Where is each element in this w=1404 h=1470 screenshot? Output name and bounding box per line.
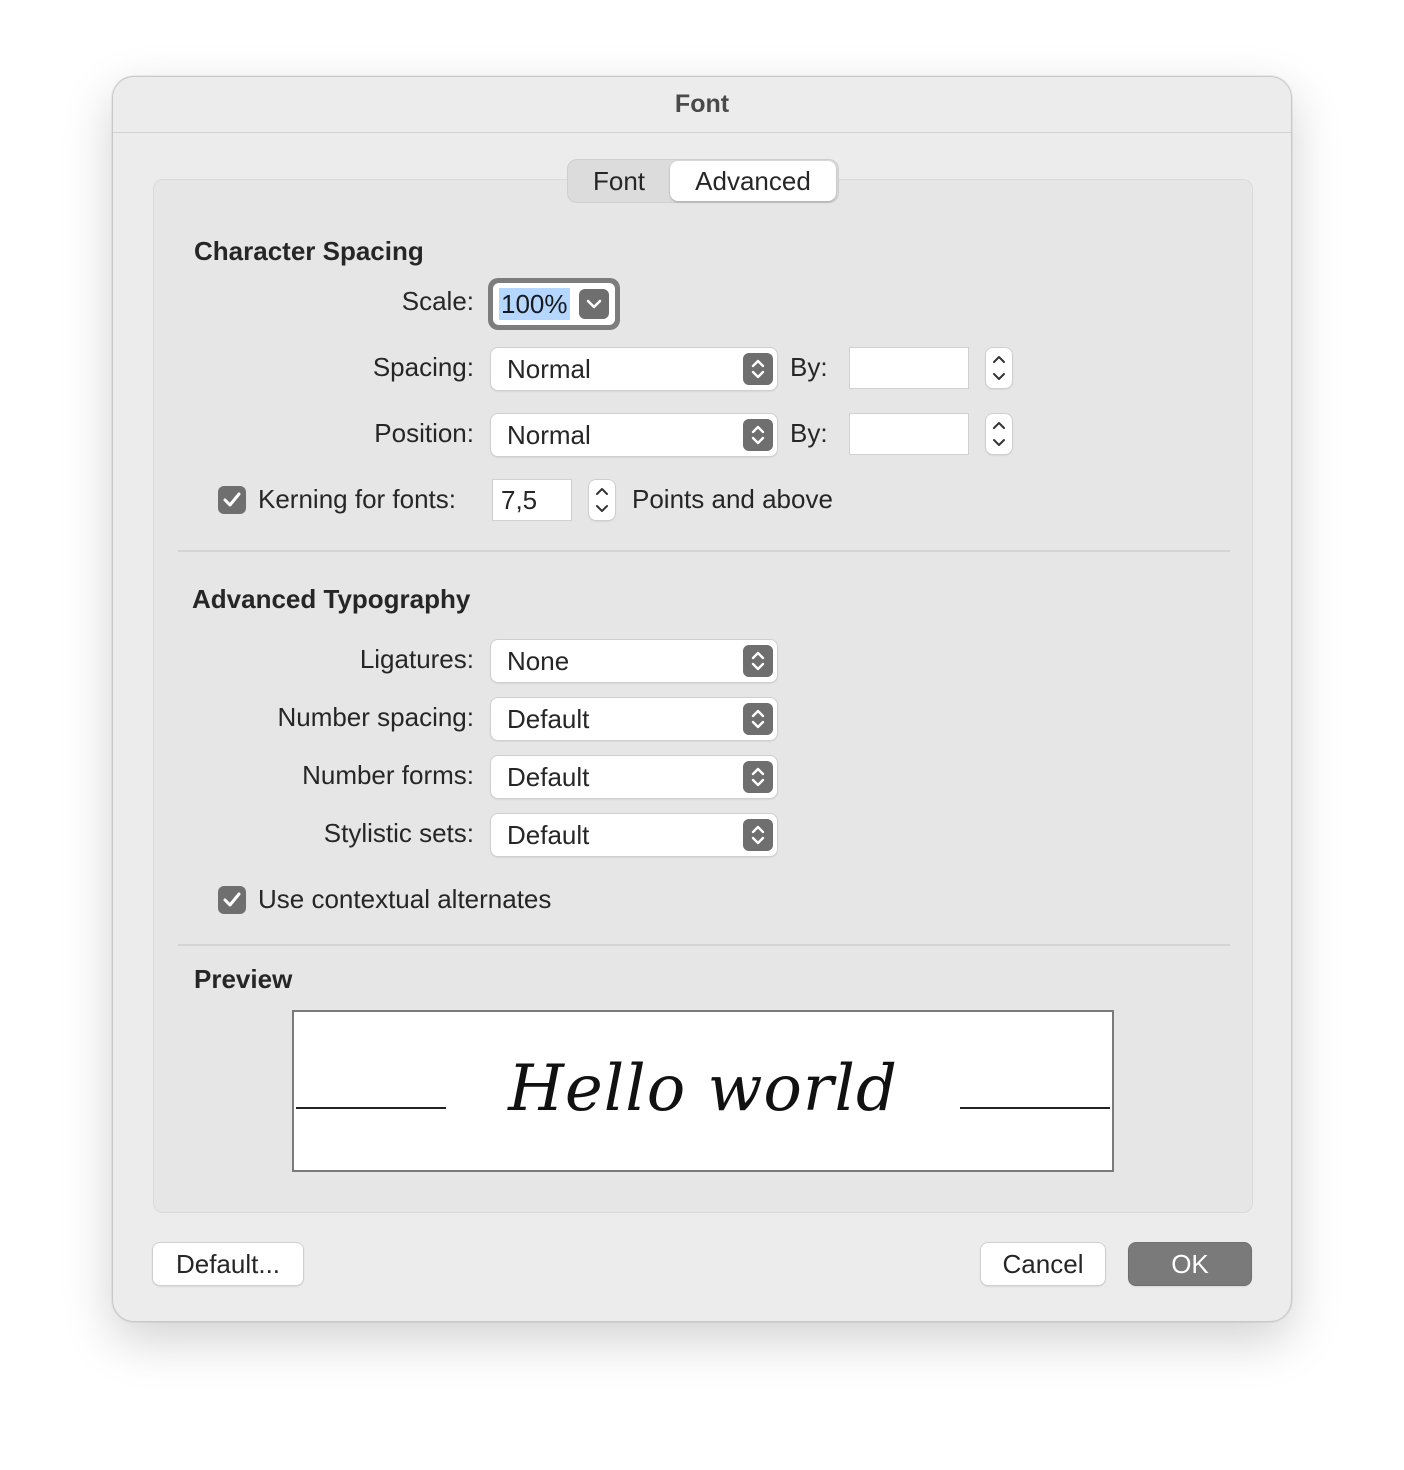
position-by-stepper[interactable] <box>986 414 1012 454</box>
spacing-by-input[interactable] <box>850 348 968 388</box>
spacing-value: Normal <box>507 354 591 384</box>
tab-font[interactable]: Font <box>570 161 668 201</box>
checkmark-icon <box>223 892 241 907</box>
up-down-arrows-icon <box>743 761 773 793</box>
kerning-input[interactable]: 7,5 <box>493 480 571 520</box>
stepper-arrows-icon <box>993 422 1005 446</box>
number-spacing-label: Number spacing: <box>277 702 474 732</box>
tab-bar: Font Advanced <box>567 159 839 203</box>
stylistic-sets-popup[interactable]: Default <box>491 814 777 856</box>
position-label: Position: <box>374 418 474 448</box>
ligatures-label: Ligatures: <box>359 644 474 674</box>
cancel-button[interactable]: Cancel <box>981 1243 1105 1285</box>
ligatures-value: None <box>507 646 570 676</box>
advanced-panel: Character Spacing Scale: 100% Spacing: N… <box>153 179 1253 1213</box>
scale-value[interactable]: 100% <box>499 288 570 320</box>
number-forms-popup[interactable]: Default <box>491 756 777 798</box>
position-by-label: By: <box>790 418 828 448</box>
scale-dropdown-button[interactable] <box>579 289 609 319</box>
section-divider <box>178 550 1230 552</box>
kerning-suffix: Points and above <box>632 484 833 514</box>
spacing-by-stepper[interactable] <box>986 348 1012 388</box>
preview-text: Hello world <box>508 1052 898 1126</box>
contextual-alternates-checkbox[interactable] <box>218 886 246 914</box>
ok-button[interactable]: OK <box>1129 1243 1251 1285</box>
up-down-arrows-icon <box>743 645 773 677</box>
chevron-down-icon <box>586 299 602 309</box>
up-down-arrows-icon <box>743 819 773 851</box>
default-button[interactable]: Default... <box>153 1243 303 1285</box>
stepper-arrows-icon <box>596 488 608 512</box>
number-forms-value: Default <box>507 762 590 792</box>
spacing-popup[interactable]: Normal <box>491 348 777 390</box>
number-forms-label: Number forms: <box>302 760 474 790</box>
kerning-stepper[interactable] <box>589 480 615 520</box>
preview-box: Hello world <box>292 1010 1114 1172</box>
stylistic-sets-value: Default <box>507 820 590 850</box>
position-by-input[interactable] <box>850 414 968 454</box>
ligatures-popup[interactable]: None <box>491 640 777 682</box>
window-title: Font <box>113 77 1291 133</box>
advanced-typography-heading: Advanced Typography <box>192 584 471 614</box>
checkmark-icon <box>223 492 241 507</box>
contextual-alternates-label: Use contextual alternates <box>258 884 552 914</box>
spacing-label: Spacing: <box>372 352 474 382</box>
up-down-arrows-icon <box>743 353 773 385</box>
up-down-arrows-icon <box>743 419 773 451</box>
number-spacing-popup[interactable]: Default <box>491 698 777 740</box>
character-spacing-heading: Character Spacing <box>194 236 424 266</box>
font-dialog: Font Font Advanced Character Spacing Sca… <box>112 76 1292 1322</box>
position-value: Normal <box>507 420 591 450</box>
up-down-arrows-icon <box>743 703 773 735</box>
stylistic-sets-label: Stylistic sets: <box>323 818 474 848</box>
tab-advanced[interactable]: Advanced <box>670 161 836 201</box>
position-popup[interactable]: Normal <box>491 414 777 456</box>
preview-heading: Preview <box>194 964 293 994</box>
kerning-label: Kerning for fonts: <box>258 484 456 514</box>
spacing-by-label: By: <box>790 352 828 382</box>
scale-combobox[interactable]: 100% <box>488 278 620 330</box>
scale-label: Scale: <box>401 286 474 316</box>
kerning-checkbox[interactable] <box>218 486 246 514</box>
section-divider <box>178 944 1230 946</box>
number-spacing-value: Default <box>507 704 590 734</box>
stepper-arrows-icon <box>993 356 1005 380</box>
